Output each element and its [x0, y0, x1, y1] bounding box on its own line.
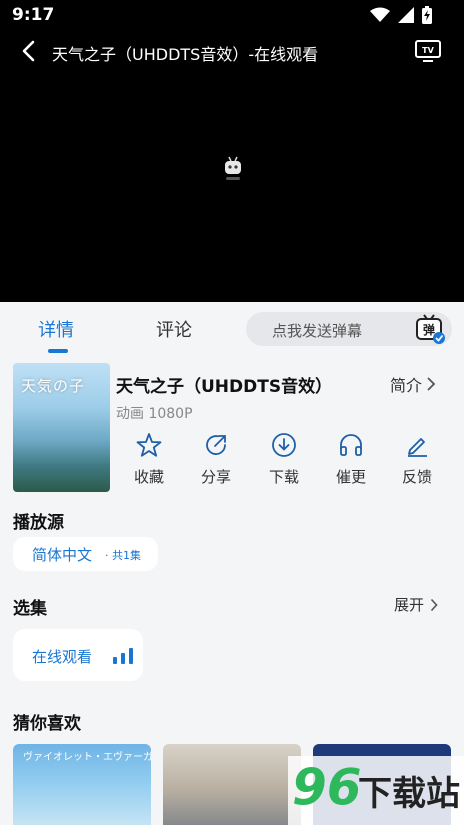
movie-meta: 动画 1080P	[116, 406, 193, 422]
tab-bar: 详情 评论 点我发送弹幕 弹	[0, 302, 464, 356]
favorite-button[interactable]: 收藏	[124, 432, 174, 492]
player-title-bar: 天气之子（UHDDTS音效）-在线观看 TV	[0, 32, 464, 70]
source-label: 简体中文	[32, 546, 93, 564]
tab-active-indicator	[48, 349, 68, 353]
wifi-icon	[370, 7, 390, 22]
video-player[interactable]: 9:17 天气之子（UHDDTS音效）-在线观看 TV	[0, 0, 464, 302]
expand-episodes-button[interactable]: 展开	[394, 594, 438, 615]
tab-details[interactable]: 详情	[38, 316, 74, 342]
battery-charging-icon	[422, 6, 432, 24]
request-update-label: 催更	[335, 468, 366, 486]
edit-icon	[408, 438, 427, 457]
recommend-section-title: 猜你喜欢	[13, 714, 81, 734]
episodes-section-title: 选集	[13, 599, 47, 619]
action-bar: 收藏 分享 下载 催更 反馈	[116, 432, 452, 492]
video-title: 天气之子（UHDDTS音效）-在线观看	[52, 45, 319, 64]
source-section-title: 播放源	[13, 513, 64, 533]
chevron-right-icon	[430, 598, 438, 611]
watermark-text: 下载站	[358, 774, 460, 814]
intro-link[interactable]: 简介	[390, 372, 436, 396]
star-icon	[136, 433, 162, 457]
download-icon	[272, 433, 296, 457]
headphones-icon	[340, 434, 362, 456]
favorite-label: 收藏	[133, 468, 164, 486]
status-bar: 9:17	[0, 0, 464, 30]
movie-title: 天气之子（UHDDTS音效）	[116, 377, 333, 397]
svg-text:TV: TV	[422, 46, 434, 55]
watermark-number: 96	[292, 758, 362, 816]
recommend-poster-title: ヴァイオレット・エヴァーガーデン	[23, 752, 151, 763]
recommend-card[interactable]: ヴァイオレット・エヴァーガーデン	[13, 744, 151, 825]
poster-title: 天気の子	[21, 377, 86, 395]
share-icon	[206, 435, 226, 455]
tv-icon[interactable]: TV	[414, 38, 442, 64]
tab-comments[interactable]: 评论	[156, 316, 192, 342]
recommend-card[interactable]	[163, 744, 301, 825]
expand-label: 展开	[394, 596, 425, 614]
source-count: · 共1集	[105, 549, 141, 562]
site-watermark: 96 下载站	[288, 756, 464, 825]
danmaku-toggle-icon[interactable]: 弹	[414, 314, 446, 344]
danmaku-button-label: 弹	[423, 322, 435, 337]
chevron-right-icon	[427, 377, 436, 391]
movie-poster[interactable]: 天気の子	[13, 363, 110, 492]
arrow-left-icon[interactable]	[18, 38, 42, 64]
episode-label: 在线观看	[32, 648, 93, 666]
danmaku-placeholder: 点我发送弹幕	[272, 322, 363, 340]
danmaku-input[interactable]: 点我发送弹幕 弹	[246, 312, 452, 346]
request-update-button[interactable]: 催更	[326, 432, 376, 492]
download-label: 下载	[268, 468, 299, 486]
detail-sheet: 详情 评论 点我发送弹幕 弹 天気の子 天气之子（UHDDTS音效） 简介 动画…	[0, 302, 464, 825]
source-chip[interactable]: 简体中文 · 共1集	[13, 537, 158, 571]
status-time: 9:17	[12, 5, 55, 25]
loading-mascot-icon	[225, 156, 241, 180]
share-button[interactable]: 分享	[191, 432, 241, 492]
playing-bars-icon	[113, 648, 135, 664]
download-button[interactable]: 下载	[259, 432, 309, 492]
share-label: 分享	[200, 468, 231, 486]
intro-label: 简介	[390, 376, 423, 395]
feedback-label: 反馈	[401, 468, 432, 486]
episode-chip[interactable]: 在线观看	[13, 629, 143, 681]
signal-icon	[398, 7, 414, 23]
feedback-button[interactable]: 反馈	[392, 432, 442, 492]
